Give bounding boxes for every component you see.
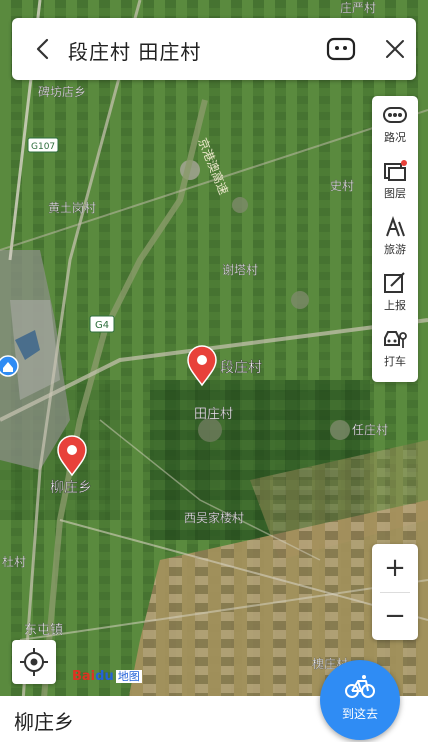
go-here-button[interactable]: 到这去 (320, 660, 400, 740)
close-icon[interactable] (382, 36, 408, 62)
bicycle-icon (345, 675, 375, 698)
toolbar-travel-button[interactable]: 旅游 (372, 208, 418, 264)
travel-icon (386, 216, 405, 237)
toolbar-label: 打车 (384, 355, 406, 368)
map-label: 史村 (330, 179, 354, 193)
toolbar-report-button[interactable]: 上报 (372, 264, 418, 320)
traffic-icon (383, 107, 407, 123)
road-shield-g4: G4 (89, 315, 115, 333)
map-label: 谢塔村 (222, 262, 258, 277)
logo-text: Bai (72, 669, 96, 684)
toolbar-label: 图层 (384, 187, 406, 200)
map-label: 西吴家楼村 (184, 510, 244, 525)
back-arrow-icon[interactable] (28, 34, 58, 64)
map-toolbar: 路况 图层 旅游 上报 打车 (372, 96, 418, 382)
crosshair-icon (20, 648, 48, 676)
taxi-icon (384, 331, 407, 348)
svg-text:G4: G4 (95, 320, 109, 331)
map-label: 杜村 (2, 554, 26, 569)
map-label: 田庄村 (194, 406, 233, 422)
toolbar-traffic-button[interactable]: 路况 (372, 96, 418, 152)
search-query-text[interactable]: 段庄村 田庄村 (68, 36, 201, 65)
map-label: 任庄村 (352, 422, 388, 437)
toolbar-label: 路况 (384, 131, 406, 144)
svg-text:G107: G107 (31, 142, 55, 152)
pin-label: 段庄村 (220, 359, 262, 376)
report-icon (384, 272, 405, 293)
map-label: 东屯镇 (24, 623, 63, 638)
home-poi-icon[interactable] (0, 355, 19, 377)
zoom-in-button[interactable]: + (372, 544, 418, 592)
toolbar-label: 上报 (384, 299, 406, 312)
layers-icon (384, 160, 407, 181)
go-here-label: 到这去 (341, 707, 378, 721)
locate-me-button[interactable] (12, 640, 56, 684)
pin-label: 柳庄乡 (50, 479, 92, 496)
satellite-map[interactable]: 庄严村 碑坊店乡 黄土岗村 史村 谢塔村 田庄村 任庄村 西吴家楼村 杜村 东屯… (0, 0, 428, 742)
map-label: 碑坊店乡 (38, 84, 86, 99)
zoom-control: + − (372, 544, 418, 640)
logo-tail: 地图 (115, 670, 142, 683)
place-name: 柳庄乡 (14, 710, 74, 734)
map-label: 黄土岗村 (48, 201, 96, 215)
road-shield-g107: G107 (27, 137, 59, 153)
zoom-out-button[interactable]: − (372, 592, 418, 640)
baidu-map-logo: Baidu 地图 (72, 668, 142, 684)
toolbar-layers-button[interactable]: 图层 (372, 152, 418, 208)
voice-assistant-icon[interactable] (326, 37, 356, 61)
toolbar-taxi-button[interactable]: 打车 (372, 320, 418, 376)
toolbar-label: 旅游 (384, 243, 406, 256)
map-label: 庄严村 (340, 0, 376, 15)
logo-paw: du (95, 669, 114, 684)
search-bar[interactable]: 段庄村 田庄村 (12, 18, 416, 80)
